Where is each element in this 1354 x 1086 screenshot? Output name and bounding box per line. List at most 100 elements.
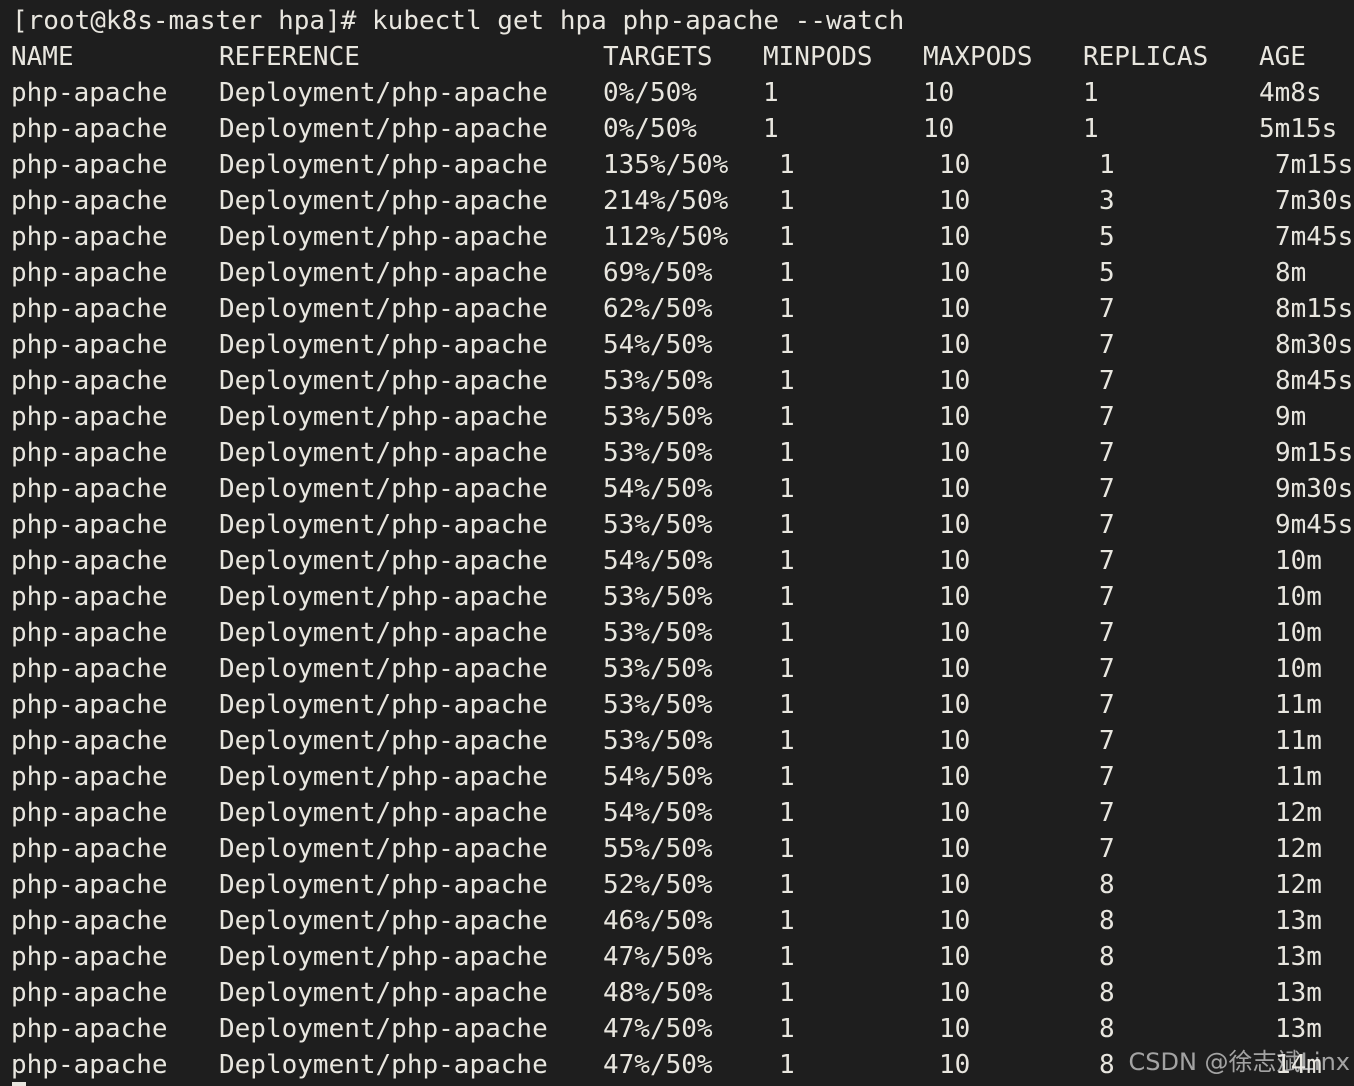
targets-cell: 53%/50% xyxy=(603,438,713,468)
reference-cell: Deployment/php-apache xyxy=(219,798,548,828)
table-row: php-apache Deployment/php-apache 54%/50% 1 1… xyxy=(0,327,1354,363)
targets-cell: 53%/50% xyxy=(603,402,713,432)
targets-cell: 53%/50% xyxy=(603,582,713,612)
replicas-cell: 7 xyxy=(1099,582,1115,612)
minpods-cell: 1 xyxy=(779,870,795,900)
table-row: php-apache Deployment/php-apache 53%/50% 1 1… xyxy=(0,687,1354,723)
name-cell: php-apache xyxy=(11,474,168,504)
targets-cell: 53%/50% xyxy=(603,618,713,648)
replicas-cell: 5 xyxy=(1099,258,1115,288)
minpods-cell: 1 xyxy=(779,366,795,396)
table-row: php-apache Deployment/php-apache 0%/50% 1 10… xyxy=(0,111,1354,147)
table-row: php-apache Deployment/php-apache 53%/50% 1 1… xyxy=(0,723,1354,759)
name-cell: php-apache xyxy=(11,798,168,828)
reference-cell: Deployment/php-apache xyxy=(219,870,548,900)
maxpods-cell: 10 xyxy=(939,762,971,792)
age-cell: 13m xyxy=(1275,978,1322,1008)
command-prompt-line: [root@k8s-master hpa]# kubectl get hpa p… xyxy=(12,6,905,36)
targets-cell: 47%/50% xyxy=(603,1014,713,1044)
age-cell: 9m30s xyxy=(1275,474,1354,504)
age-cell: 8m15s xyxy=(1275,294,1354,324)
table-row: php-apache Deployment/php-apache 0%/50% 1 10… xyxy=(0,75,1354,111)
replicas-cell: 7 xyxy=(1099,366,1115,396)
table-row: php-apache Deployment/php-apache 62%/50% 1 1… xyxy=(0,291,1354,327)
minpods-cell: 1 xyxy=(779,582,795,612)
name-cell: php-apache xyxy=(11,330,168,360)
table-row: php-apache Deployment/php-apache 135%/50% 1… xyxy=(0,147,1354,183)
minpods-cell: 1 xyxy=(779,690,795,720)
name-cell: php-apache xyxy=(11,726,168,756)
minpods-cell: 1 xyxy=(763,114,779,144)
column-header-reference: REFERENCE xyxy=(219,42,360,72)
targets-cell: 62%/50% xyxy=(603,294,713,324)
age-cell: 10m xyxy=(1275,582,1322,612)
minpods-cell: 1 xyxy=(779,798,795,828)
minpods-cell: 1 xyxy=(779,294,795,324)
reference-cell: Deployment/php-apache xyxy=(219,834,548,864)
targets-cell: 54%/50% xyxy=(603,798,713,828)
minpods-cell: 1 xyxy=(763,78,779,108)
maxpods-cell: 10 xyxy=(939,546,971,576)
minpods-cell: 1 xyxy=(779,1014,795,1044)
minpods-cell: 1 xyxy=(779,402,795,432)
maxpods-cell: 10 xyxy=(939,942,971,972)
table-row: php-apache Deployment/php-apache 53%/50% 1 1… xyxy=(0,363,1354,399)
age-cell: 12m xyxy=(1275,870,1322,900)
targets-cell: 214%/50% xyxy=(603,186,729,216)
age-cell: 9m45s xyxy=(1275,510,1354,540)
table-row: php-apache Deployment/php-apache 53%/50% 1 1… xyxy=(0,435,1354,471)
age-cell: 12m xyxy=(1275,798,1322,828)
column-header-name: NAME xyxy=(11,42,74,72)
targets-cell: 53%/50% xyxy=(603,726,713,756)
maxpods-cell: 10 xyxy=(939,222,971,252)
name-cell: php-apache xyxy=(11,834,168,864)
name-cell: php-apache xyxy=(11,978,168,1008)
age-cell: 8m xyxy=(1275,258,1307,288)
name-cell: php-apache xyxy=(11,762,168,792)
age-cell: 13m xyxy=(1275,1014,1322,1044)
reference-cell: Deployment/php-apache xyxy=(219,582,548,612)
table-header: NAME REFERENCE TARGETS MINPODS MAXPODS REPLIC… xyxy=(0,39,1354,75)
targets-cell: 0%/50% xyxy=(603,78,697,108)
age-cell: 8m45s xyxy=(1275,366,1354,396)
targets-cell: 53%/50% xyxy=(603,654,713,684)
table-row: php-apache Deployment/php-apache 53%/50% 1 1… xyxy=(0,651,1354,687)
replicas-cell: 7 xyxy=(1099,654,1115,684)
age-cell: 12m xyxy=(1275,834,1322,864)
age-cell: 11m xyxy=(1275,762,1322,792)
maxpods-cell: 10 xyxy=(939,834,971,864)
minpods-cell: 1 xyxy=(779,330,795,360)
age-cell: 10m xyxy=(1275,654,1322,684)
table-row: php-apache Deployment/php-apache 47%/50% 1 1… xyxy=(0,1011,1354,1047)
targets-cell: 112%/50% xyxy=(603,222,729,252)
reference-cell: Deployment/php-apache xyxy=(219,438,548,468)
reference-cell: Deployment/php-apache xyxy=(219,762,548,792)
name-cell: php-apache xyxy=(11,690,168,720)
replicas-cell: 7 xyxy=(1099,762,1115,792)
minpods-cell: 1 xyxy=(779,510,795,540)
maxpods-cell: 10 xyxy=(939,366,971,396)
reference-cell: Deployment/php-apache xyxy=(219,150,548,180)
minpods-cell: 1 xyxy=(779,438,795,468)
maxpods-cell: 10 xyxy=(939,1050,971,1080)
name-cell: php-apache xyxy=(11,78,168,108)
name-cell: php-apache xyxy=(11,654,168,684)
name-cell: php-apache xyxy=(11,366,168,396)
minpods-cell: 1 xyxy=(779,474,795,504)
name-cell: php-apache xyxy=(11,186,168,216)
reference-cell: Deployment/php-apache xyxy=(219,186,548,216)
targets-cell: 53%/50% xyxy=(603,690,713,720)
minpods-cell: 1 xyxy=(779,1050,795,1080)
age-cell: 13m xyxy=(1275,906,1322,936)
name-cell: php-apache xyxy=(11,1014,168,1044)
column-header-replicas: REPLICAS xyxy=(1083,42,1209,72)
minpods-cell: 1 xyxy=(779,726,795,756)
replicas-cell: 1 xyxy=(1083,114,1099,144)
name-cell: php-apache xyxy=(11,870,168,900)
replicas-cell: 7 xyxy=(1099,690,1115,720)
name-cell: php-apache xyxy=(11,942,168,972)
column-header-minpods: MINPODS xyxy=(763,42,873,72)
minpods-cell: 1 xyxy=(779,258,795,288)
terminal-window[interactable]: [root@k8s-master hpa]# kubectl get hpa p… xyxy=(0,0,1354,1086)
table-row: php-apache Deployment/php-apache 69%/50% 1 1… xyxy=(0,255,1354,291)
